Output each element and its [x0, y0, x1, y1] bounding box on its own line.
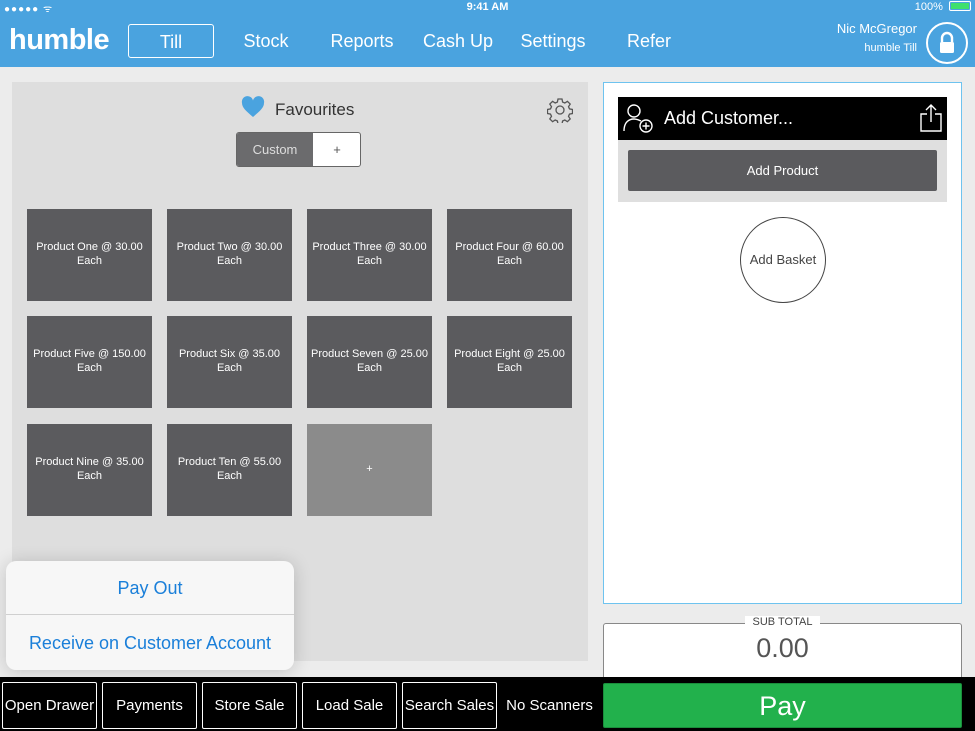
- product-tile-3[interactable]: Product Three @ 30.00 Each: [307, 209, 432, 301]
- favourites-title: Favourites: [275, 99, 355, 119]
- battery-indicator: 100%: [915, 1, 971, 13]
- nav-reports[interactable]: Reports: [322, 24, 402, 58]
- load-sale-button[interactable]: Load Sale: [302, 682, 397, 729]
- product-tile-10[interactable]: Product Ten @ 55.00 Each: [167, 424, 292, 516]
- user-name: Nic McGregor: [836, 21, 917, 36]
- nav-settings[interactable]: Settings: [515, 24, 591, 58]
- subtotal-box: SUB TOTAL 0.00: [603, 616, 962, 681]
- battery-percent: 100%: [914, 1, 943, 13]
- pay-out-option[interactable]: Pay Out: [6, 561, 294, 615]
- user-info: Nic McGregor humble Till: [837, 21, 917, 54]
- nav-refer[interactable]: Refer: [615, 24, 683, 58]
- heart-icon: [241, 96, 265, 125]
- nav-cash-up[interactable]: Cash Up: [418, 24, 498, 58]
- product-tile-9[interactable]: Product Nine @ 35.00 Each: [27, 424, 152, 516]
- status-time: 9:41 AM: [466, 1, 509, 13]
- product-tile-6[interactable]: Product Six @ 35.00 Each: [167, 316, 292, 408]
- favourites-segment-control: Custom +: [236, 132, 361, 167]
- product-tile-2[interactable]: Product Two @ 30.00 Each: [167, 209, 292, 301]
- battery-icon: [949, 1, 971, 11]
- add-customer-icon: [622, 102, 656, 134]
- lock-button[interactable]: [926, 22, 968, 64]
- receive-on-account-option[interactable]: Receive on Customer Account: [6, 616, 294, 670]
- top-header: ●●●●● ᯤ 9:41 AM 100% humble Till Stock R…: [0, 0, 975, 67]
- product-tile-5[interactable]: Product Five @ 150.00 Each: [27, 316, 152, 408]
- search-sales-button[interactable]: Search Sales: [402, 682, 497, 729]
- product-tile-7[interactable]: Product Seven @ 25.00 Each: [307, 316, 432, 408]
- product-tile-8[interactable]: Product Eight @ 25.00 Each: [447, 316, 572, 408]
- segment-custom[interactable]: Custom: [237, 133, 313, 166]
- lock-icon: [940, 31, 954, 53]
- product-tile-4[interactable]: Product Four @ 60.00 Each: [447, 209, 572, 301]
- gear-icon[interactable]: [546, 97, 574, 125]
- nav-till[interactable]: Till: [128, 24, 214, 58]
- user-device: humble Till: [864, 42, 917, 54]
- add-customer-bar[interactable]: Add Customer...: [618, 97, 947, 140]
- add-product-button[interactable]: Add Product: [628, 150, 937, 191]
- pay-button[interactable]: Pay: [603, 683, 962, 728]
- add-basket-button[interactable]: Add Basket: [740, 217, 826, 303]
- store-sale-button[interactable]: Store Sale: [202, 682, 297, 729]
- payments-button[interactable]: Payments: [102, 682, 197, 729]
- favourites-header: Favourites: [241, 96, 354, 120]
- add-customer-label: Add Customer...: [664, 108, 794, 128]
- payments-popover: Pay Out Receive on Customer Account: [6, 561, 294, 670]
- scanner-status: No Scanners: [502, 682, 597, 729]
- share-icon[interactable]: [918, 103, 944, 133]
- subtotal-value: 0.00: [756, 633, 809, 663]
- product-tile-1[interactable]: Product One @ 30.00 Each: [27, 209, 152, 301]
- open-drawer-button[interactable]: Open Drawer: [2, 682, 97, 729]
- nav-stock[interactable]: Stock: [230, 24, 302, 58]
- add-product-tile[interactable]: +: [307, 424, 432, 516]
- segment-add[interactable]: +: [313, 133, 360, 166]
- subtotal-label: SUB TOTAL: [744, 616, 821, 628]
- app-logo: humble: [9, 24, 110, 56]
- status-bar: ●●●●● ᯤ 9:41 AM 100%: [0, 0, 975, 16]
